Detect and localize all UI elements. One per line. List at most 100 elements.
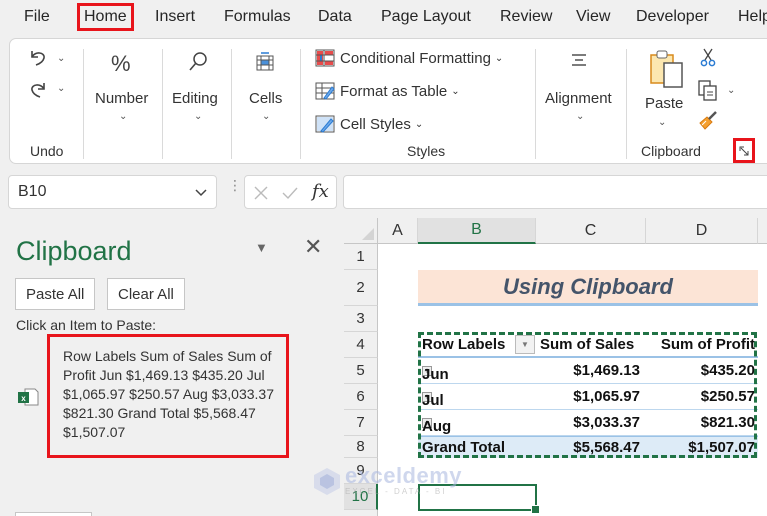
redo-icon[interactable] xyxy=(28,79,48,99)
pivot-total-sales: $5,568.47 xyxy=(573,439,640,456)
pivot-row[interactable]: + Aug $3,033.37 $821.30 xyxy=(418,410,758,436)
tab-developer[interactable]: Developer xyxy=(636,8,709,26)
row-header-7[interactable]: 7 xyxy=(344,410,378,436)
pivot-row-sales: $1,469.13 xyxy=(573,362,640,379)
insert-function-icon[interactable]: fx xyxy=(312,181,329,202)
conditional-formatting-button[interactable]: Conditional Formatting ⌄ xyxy=(315,49,503,67)
align-center-icon xyxy=(572,54,586,66)
sheet-title[interactable]: Using Clipboard xyxy=(418,270,758,306)
column-header-e[interactable] xyxy=(758,218,767,244)
percent-icon: % xyxy=(111,51,131,76)
column-header-a[interactable]: A xyxy=(378,218,418,244)
paste-label: Paste xyxy=(645,95,684,112)
row-header-8[interactable]: 8 xyxy=(344,436,378,458)
clipboard-hint: Click an Item to Paste: xyxy=(16,317,157,333)
tab-file[interactable]: File xyxy=(24,8,50,26)
tab-data[interactable]: Data xyxy=(318,8,352,26)
row-header-6[interactable]: 6 xyxy=(344,384,378,410)
row-header-11[interactable] xyxy=(344,510,378,516)
cancel-icon[interactable] xyxy=(253,185,269,201)
tab-review[interactable]: Review xyxy=(500,8,552,26)
pivot-table[interactable]: Row Labels ▼ Sum of Sales Sum of Profit … xyxy=(418,332,758,458)
pane-options-icon[interactable]: ▼ xyxy=(255,240,268,255)
styles-group-label: Styles xyxy=(407,143,446,159)
alignment-button[interactable]: Alignment ⌄ xyxy=(536,39,626,163)
select-all-button[interactable] xyxy=(344,218,378,244)
column-header-c[interactable]: C xyxy=(536,218,646,244)
alignment-label: Alignment xyxy=(545,90,612,107)
paste-icon xyxy=(650,50,683,88)
column-header-d[interactable]: D xyxy=(646,218,758,244)
pivot-total-profit: $1,507.07 xyxy=(688,439,755,456)
row-header-1[interactable]: 1 xyxy=(344,244,378,270)
undo-icon[interactable] xyxy=(28,47,48,67)
format-painter-icon[interactable] xyxy=(697,109,719,131)
cell-styles-label: Cell Styles xyxy=(340,115,411,133)
pivot-row-label: Aug xyxy=(422,418,452,435)
conditional-formatting-label: Conditional Formatting xyxy=(340,49,491,67)
close-icon[interactable]: ✕ xyxy=(304,234,322,260)
worksheet-grid[interactable]: A B C D 1 2 3 4 5 6 7 8 9 10 Using Clipb… xyxy=(344,218,767,516)
ribbon: ⌄ ⌄ Undo % Number ⌄ Editing ⌄ Cells ⌄ Co… xyxy=(9,38,767,164)
tab-home[interactable]: Home xyxy=(77,3,134,31)
copy-icon[interactable] xyxy=(697,79,719,101)
formula-input[interactable] xyxy=(343,175,767,209)
formula-buttons: fx xyxy=(244,175,337,209)
row-header-10[interactable]: 10 xyxy=(344,484,378,510)
format-as-table-button[interactable]: Format as Table ⌄ xyxy=(315,82,460,100)
pivot-row-sales: $3,033.37 xyxy=(573,414,640,431)
row-header-4[interactable]: 4 xyxy=(344,332,378,358)
tab-page-layout[interactable]: Page Layout xyxy=(381,8,471,26)
styles-group: Conditional Formatting ⌄ Format as Table… xyxy=(301,39,535,163)
chevron-down-icon[interactable] xyxy=(194,182,208,202)
chevron-down-icon: ⌄ xyxy=(119,111,128,122)
clipboard-item[interactable]: Row Labels Sum of Sales Sum of Profit Ju… xyxy=(47,334,289,458)
pivot-header-row-labels: Row Labels xyxy=(422,336,506,353)
clipboard-group: Paste ⌄ ⌄ Clipboard xyxy=(627,39,737,163)
undo-group-label: Undo xyxy=(30,143,64,159)
copy-dropdown-icon[interactable]: ⌄ xyxy=(727,85,735,96)
row-header-9[interactable]: 9 xyxy=(344,458,378,484)
row-header-2[interactable]: 2 xyxy=(344,270,378,306)
tab-help[interactable]: Help xyxy=(738,8,767,26)
cell-styles-icon xyxy=(315,115,335,133)
paste-all-button[interactable]: Paste All xyxy=(15,278,96,310)
pivot-row-sales: $1,065.97 xyxy=(573,388,640,405)
cells-label: Cells xyxy=(249,90,283,107)
pivot-grand-total-row[interactable]: Grand Total $5,568.47 $1,507.07 xyxy=(418,436,758,458)
paste-button[interactable]: Paste ⌄ xyxy=(641,47,691,137)
row-labels-filter-button[interactable]: ▼ xyxy=(515,335,535,354)
pivot-row[interactable]: + Jul $1,065.97 $250.57 xyxy=(418,384,758,410)
editing-button[interactable]: Editing ⌄ xyxy=(163,39,231,163)
chevron-down-icon: ⌄ xyxy=(414,118,424,130)
pivot-row[interactable]: + Jun $1,469.13 $435.20 xyxy=(418,358,758,384)
undo-dropdown-icon[interactable]: ⌄ xyxy=(57,53,65,64)
pivot-header-sales: Sum of Sales xyxy=(540,336,635,353)
pivot-row-profit: $821.30 xyxy=(700,414,755,431)
tab-view[interactable]: View xyxy=(576,8,610,26)
row-header-5[interactable]: 5 xyxy=(344,358,378,384)
tab-formulas[interactable]: Formulas xyxy=(224,8,291,26)
column-header-b[interactable]: B xyxy=(418,218,536,244)
number-label: Number xyxy=(95,90,149,107)
name-box[interactable]: B10 xyxy=(8,175,217,209)
formula-bar-splitter[interactable]: ⋮ xyxy=(228,178,242,192)
clear-all-button[interactable]: Clear All xyxy=(107,278,185,310)
exceldemy-logo-icon xyxy=(314,468,340,495)
pivot-header-row: Row Labels ▼ Sum of Sales Sum of Profit xyxy=(418,332,758,358)
options-button[interactable] xyxy=(15,512,92,516)
number-button[interactable]: % Number ⌄ xyxy=(84,39,162,163)
row-header-3[interactable]: 3 xyxy=(344,306,378,332)
cut-icon[interactable] xyxy=(699,47,717,67)
tab-insert[interactable]: Insert xyxy=(155,8,195,26)
cells-button[interactable]: Cells ⌄ xyxy=(232,39,300,163)
pivot-total-label: Grand Total xyxy=(422,439,506,456)
enter-icon[interactable] xyxy=(281,185,299,201)
search-icon xyxy=(189,52,207,71)
editing-label: Editing xyxy=(172,90,218,107)
redo-dropdown-icon[interactable]: ⌄ xyxy=(57,83,65,94)
active-cell-b10[interactable] xyxy=(418,484,540,514)
format-as-table-icon xyxy=(315,82,335,100)
cell-styles-button[interactable]: Cell Styles ⌄ xyxy=(315,115,423,133)
clipboard-dialog-launcher[interactable] xyxy=(733,138,755,163)
